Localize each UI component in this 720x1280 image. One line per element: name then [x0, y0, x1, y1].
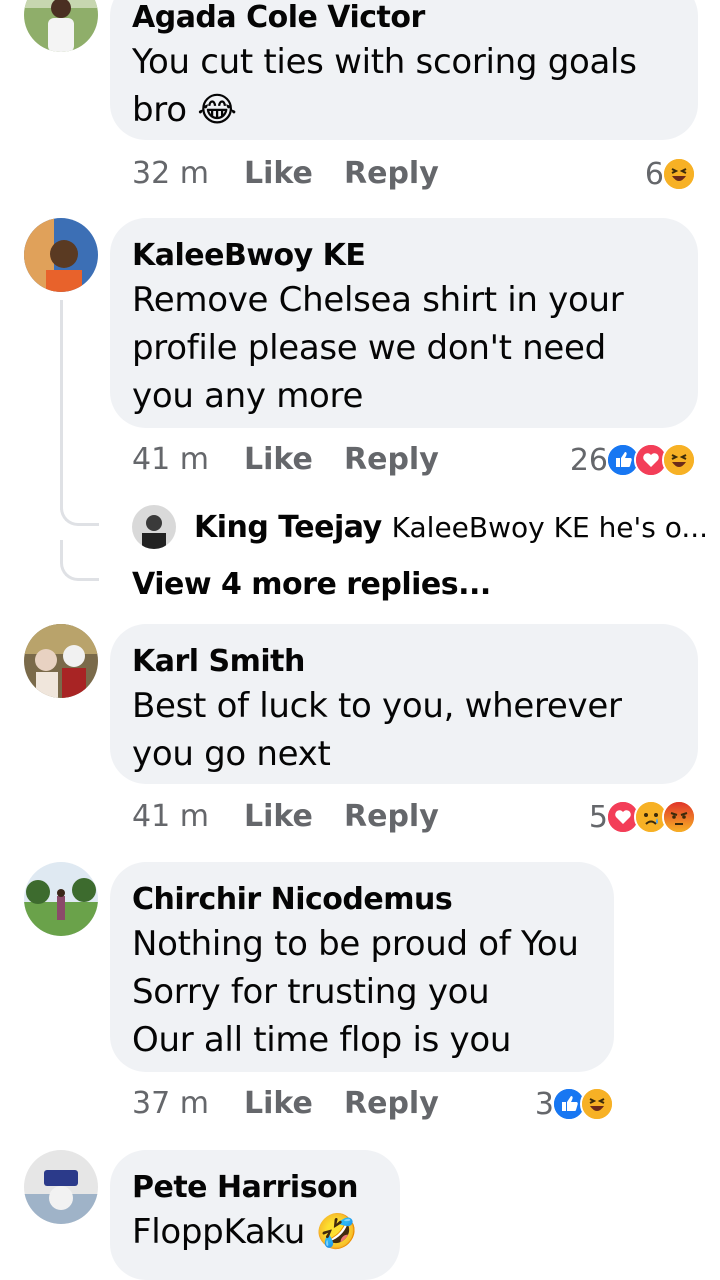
thread-connector	[60, 540, 99, 581]
avatar[interactable]	[24, 862, 98, 936]
comment-time[interactable]: 41 m	[132, 438, 209, 482]
like-button[interactable]: Like	[244, 438, 313, 482]
avatar[interactable]	[132, 505, 176, 549]
reply-button[interactable]: Reply	[344, 795, 439, 839]
comment-text: FloppKaku 🤣	[132, 1212, 358, 1252]
avatar[interactable]	[24, 0, 98, 52]
comment-bubble: Agada Cole Victor You cut ties with scor…	[110, 0, 698, 140]
comment-bubble: Chirchir Nicodemus Nothing to be proud o…	[110, 862, 614, 1072]
reply-button[interactable]: Reply	[344, 1082, 439, 1126]
comment-bubble: Karl Smith Best of luck to you, wherever…	[110, 624, 698, 784]
reply-button[interactable]: Reply	[344, 438, 439, 482]
comment-author[interactable]: KaleeBwoy KE	[132, 236, 676, 276]
comment-time[interactable]: 41 m	[132, 795, 209, 839]
comment-author[interactable]: Chirchir Nicodemus	[132, 880, 592, 920]
comment-author[interactable]: Karl Smith	[132, 642, 676, 682]
haha-reaction-icon	[662, 157, 696, 191]
angry-reaction-icon	[662, 800, 696, 834]
comment-text: Nothing to be proud of You Sorry for tru…	[132, 924, 579, 1060]
reaction-summary[interactable]: 3	[535, 1082, 614, 1126]
comment-bubble: KaleeBwoy KE Remove Chelsea shirt in you…	[110, 218, 698, 428]
reply-preview[interactable]: King Teejay KaleeBwoy KE he's o...	[132, 505, 708, 549]
view-more-replies-link[interactable]: View 4 more replies...	[132, 563, 491, 607]
reply-text: KaleeBwoy KE he's o...	[391, 510, 709, 544]
avatar[interactable]	[24, 624, 98, 698]
comment-text: You cut ties with scoring goals bro 😂	[132, 42, 637, 130]
reaction-summary[interactable]: 6	[645, 152, 696, 196]
like-button[interactable]: Like	[244, 795, 313, 839]
reply-author[interactable]: King Teejay	[194, 510, 382, 545]
comment-author[interactable]: Agada Cole Victor	[132, 0, 676, 38]
reaction-summary[interactable]: 5	[589, 795, 696, 839]
like-button[interactable]: Like	[244, 1082, 313, 1126]
reply-button[interactable]: Reply	[344, 152, 439, 196]
comment-text: Remove Chelsea shirt in your profile ple…	[132, 280, 624, 416]
thread-connector	[60, 490, 99, 526]
haha-reaction-icon	[580, 1087, 614, 1121]
comment-time[interactable]: 32 m	[132, 152, 209, 196]
reaction-summary[interactable]: 26	[570, 438, 696, 482]
haha-reaction-icon	[662, 443, 696, 477]
thread-line	[60, 300, 63, 510]
comment-author[interactable]: Pete Harrison	[132, 1168, 378, 1208]
reaction-count: 26	[569, 442, 608, 478]
avatar[interactable]	[24, 1150, 98, 1224]
comment-text: Best of luck to you, wherever you go nex…	[132, 686, 622, 774]
avatar[interactable]	[24, 218, 98, 292]
comment-time[interactable]: 37 m	[132, 1082, 209, 1126]
comment-bubble: Pete Harrison FloppKaku 🤣	[110, 1150, 400, 1280]
like-button[interactable]: Like	[244, 152, 313, 196]
